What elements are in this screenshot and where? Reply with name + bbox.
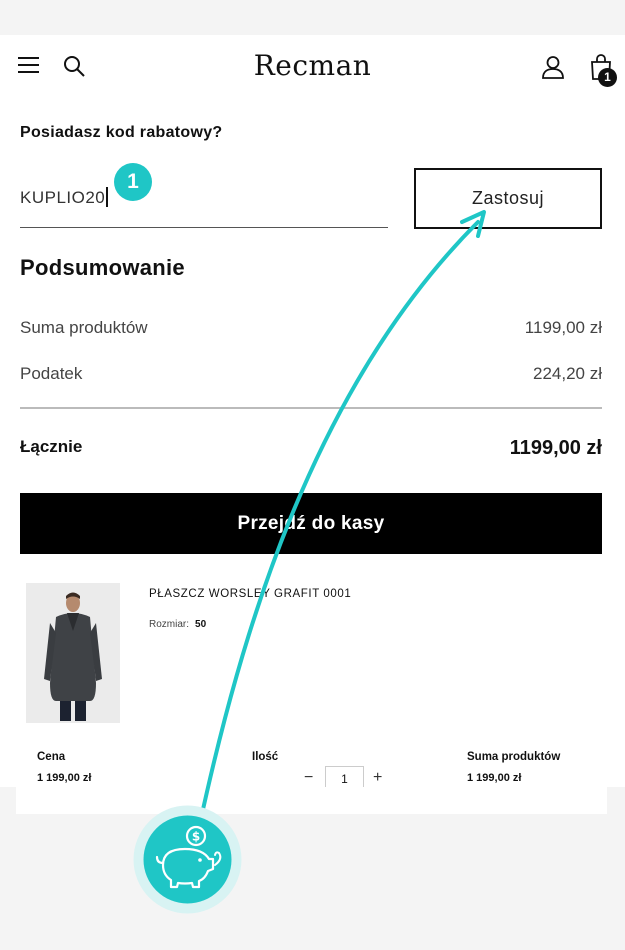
size-value: 50 xyxy=(195,619,207,630)
total-label: Łącznie xyxy=(20,437,83,456)
quantity-decrease-button[interactable]: − xyxy=(304,769,313,787)
summary-title: Podsumowanie xyxy=(20,255,185,280)
coupon-code-input[interactable]: KUPLIO20 xyxy=(20,185,388,228)
product-size: Rozmiar: 50 xyxy=(149,619,206,630)
piggy-bank-icon: $ xyxy=(133,805,242,914)
step-badge: 1 xyxy=(114,163,152,201)
summary-divider xyxy=(20,407,602,409)
product-sum-value: 1 199,00 zł xyxy=(467,772,522,784)
total-value: 1199,00 zł xyxy=(509,437,602,459)
checkout-button[interactable]: Przejdź do kasy xyxy=(20,493,602,554)
quantity-increase-button[interactable]: + xyxy=(373,769,382,787)
coupon-code-value: KUPLIO20 xyxy=(20,188,106,207)
products-sum-label: Suma produktów xyxy=(20,318,148,337)
tax-value: 224,20 zł xyxy=(533,364,602,383)
product-sum-header: Suma produktów xyxy=(467,751,561,763)
tax-label: Podatek xyxy=(20,364,83,383)
apply-coupon-button[interactable]: Zastosuj xyxy=(414,168,602,229)
product-name[interactable]: PŁASZCZ WORSLEY GRAFIT 0001 xyxy=(149,588,351,600)
coupon-question: Posiadasz kod rabatowy? xyxy=(20,124,223,141)
price-header: Cena xyxy=(37,751,66,763)
products-sum-value: 1199,00 zł xyxy=(524,318,602,337)
svg-text:$: $ xyxy=(192,830,200,844)
text-caret xyxy=(106,187,108,207)
page-surface: Recman 1 Posiadasz kod rabatowy? KUPLIO2… xyxy=(0,35,625,792)
user-icon[interactable] xyxy=(541,55,565,79)
cart-item-bottom xyxy=(16,787,607,814)
size-label: Rozmiar: xyxy=(149,619,190,630)
brand-logo[interactable]: Recman xyxy=(0,49,625,82)
quantity-header: Ilość xyxy=(252,751,279,763)
price-value: 1 199,00 zł xyxy=(37,772,92,784)
cart-count-badge: 1 xyxy=(598,68,617,87)
product-image[interactable] xyxy=(26,583,120,723)
